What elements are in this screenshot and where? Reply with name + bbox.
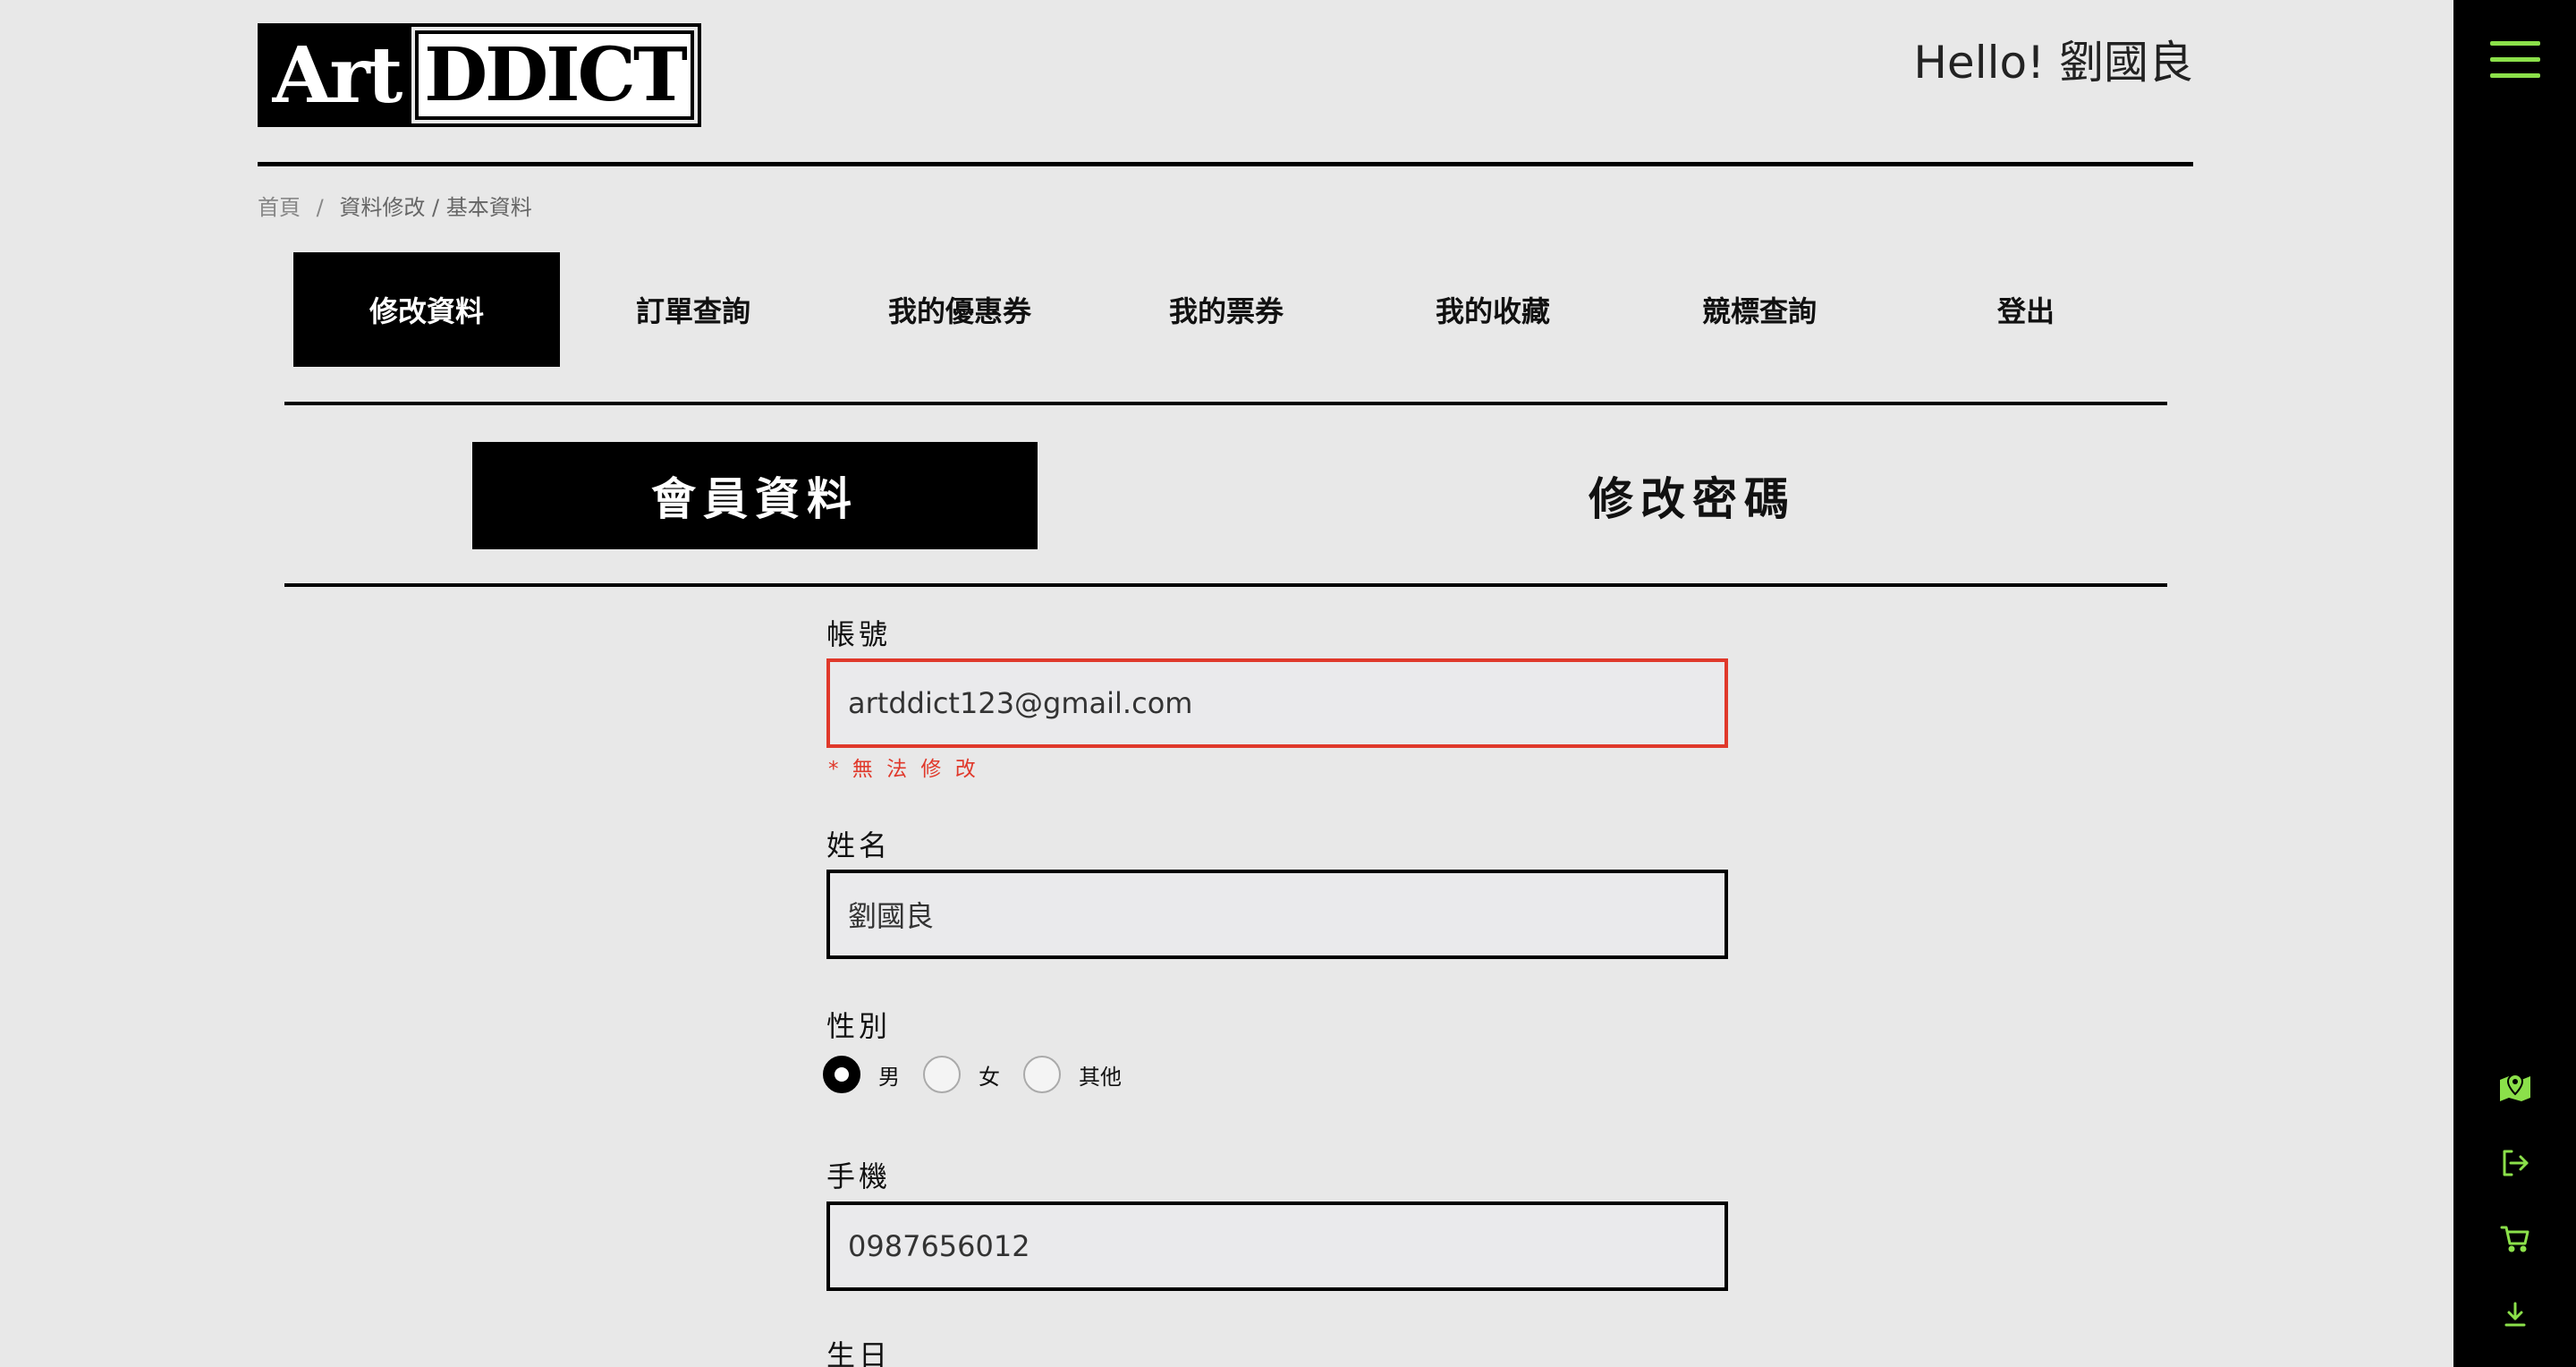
tab-coupons[interactable]: 我的優惠券 <box>826 252 1093 367</box>
account-field[interactable] <box>826 658 1728 748</box>
logout-icon[interactable] <box>2499 1147 2531 1179</box>
radio-dot[interactable] <box>1023 1056 1061 1093</box>
radio-dot[interactable] <box>823 1056 860 1093</box>
birthday-label: 生日 <box>826 1338 892 1367</box>
logo-left: Art <box>261 27 411 123</box>
phone-field[interactable] <box>826 1201 1728 1291</box>
gender-radio-female[interactable]: 女 <box>923 1056 1000 1093</box>
account-locked-note: * 無 法 修 改 <box>828 758 979 781</box>
gender-option-label: 男 <box>878 1064 900 1090</box>
tab-tickets[interactable]: 我的票券 <box>1093 252 1360 367</box>
download-icon[interactable] <box>2501 1299 2529 1329</box>
subtabs-divider <box>284 583 2167 587</box>
account-label: 帳號 <box>826 617 892 651</box>
account-tabs: 修改資料 訂單查詢 我的優惠券 我的票券 我的收藏 競標查詢 登出 <box>293 252 2159 367</box>
phone-label: 手機 <box>826 1159 892 1193</box>
tab-favorites[interactable]: 我的收藏 <box>1360 252 1626 367</box>
subtab-change-password[interactable]: 修改密碼 <box>1410 442 1975 549</box>
radio-dot[interactable] <box>923 1056 961 1093</box>
tab-edit-profile[interactable]: 修改資料 <box>293 252 560 367</box>
header-divider <box>258 162 2193 166</box>
tab-bids[interactable]: 競標查詢 <box>1626 252 1893 367</box>
site-logo[interactable]: Art DDICT <box>258 23 701 127</box>
gender-label: 性別 <box>826 1009 892 1043</box>
breadcrumb: 首頁 / 資料修改 / 基本資料 <box>258 190 532 221</box>
subtab-member-info[interactable]: 會員資料 <box>472 442 1038 549</box>
logo-right: DDICT <box>415 30 694 120</box>
user-greeting: Hello! 劉國良 <box>1913 37 2193 89</box>
gender-radio-male[interactable]: 男 <box>823 1056 900 1093</box>
name-field[interactable] <box>826 870 1728 959</box>
tab-orders[interactable]: 訂單查詢 <box>560 252 826 367</box>
breadcrumb-current: 資料修改 / 基本資料 <box>339 195 532 220</box>
tabs-divider <box>284 402 2167 405</box>
right-sidebar <box>2453 0 2576 1367</box>
gender-option-label: 女 <box>979 1064 1000 1090</box>
menu-icon[interactable] <box>2489 39 2540 81</box>
map-icon[interactable] <box>2497 1070 2533 1102</box>
name-label: 姓名 <box>826 828 892 862</box>
gender-radio-group: 男 女 其他 <box>823 1056 1145 1093</box>
cart-icon[interactable] <box>2499 1222 2531 1254</box>
gender-radio-other[interactable]: 其他 <box>1023 1056 1122 1093</box>
breadcrumb-home[interactable]: 首頁 <box>258 195 301 220</box>
gender-option-label: 其他 <box>1079 1064 1122 1090</box>
breadcrumb-separator: / <box>316 195 324 220</box>
tab-logout[interactable]: 登出 <box>1893 252 2159 367</box>
